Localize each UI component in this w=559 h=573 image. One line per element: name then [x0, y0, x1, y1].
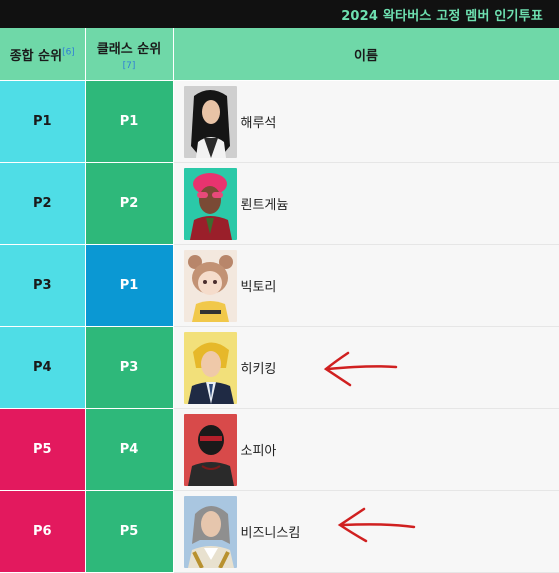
table-row: P5 P4 소피아	[0, 408, 559, 491]
popularity-vote-page: 2024 왁타버스 고정 멤버 인기투표 종합 순위[6] 클래스 순위 [7]…	[0, 0, 559, 573]
ranking-table: 종합 순위[6] 클래스 순위 [7] 이름 P1 P1 해루석 P2 P2 뢴…	[0, 28, 559, 573]
pink-hair-sunglasses-avatar-icon	[183, 167, 237, 240]
table-row: P4 P3 히키킹	[0, 326, 559, 409]
table-row: P6 P5 비즈니스킴	[0, 490, 559, 573]
table-row: P2 P2 뢴트게늄	[0, 162, 559, 245]
red-arrow-annotation-icon	[323, 351, 397, 387]
class-rank-cell: P4	[85, 408, 174, 491]
member-name-cell: 뢴트게늄	[173, 162, 559, 245]
header-row: 종합 순위[6] 클래스 순위 [7] 이름	[0, 28, 559, 81]
member-name[interactable]: 히키킹	[241, 358, 277, 377]
footnote-link-6[interactable]: [6]	[62, 47, 75, 57]
overall-rank-cell: P3	[0, 244, 86, 327]
red-arrow-annotation-icon	[337, 507, 415, 543]
table-caption: 2024 왁타버스 고정 멤버 인기투표	[341, 8, 543, 24]
overall-rank-cell: P2	[0, 162, 86, 245]
class-rank-cell: P1	[85, 80, 174, 163]
member-name[interactable]: 소피아	[241, 440, 277, 459]
masked-figure-avatar-icon	[183, 413, 237, 486]
header-name: 이름	[173, 28, 559, 81]
table-row: P1 P1 해루석	[0, 80, 559, 163]
member-name[interactable]: 비즈니스킴	[241, 522, 301, 541]
header-overall-rank: 종합 순위[6]	[0, 28, 86, 81]
long-black-hair-avatar-icon	[183, 85, 237, 158]
header-class-rank: 클래스 순위 [7]	[85, 28, 174, 81]
overall-rank-cell: P4	[0, 326, 86, 409]
member-name[interactable]: 빅토리	[241, 276, 277, 295]
gray-hair-noble-avatar-icon	[183, 495, 237, 568]
header-overall-label: 종합 순위	[9, 48, 63, 64]
member-name-cell: 소피아	[173, 408, 559, 491]
member-name-cell: 해루석	[173, 80, 559, 163]
class-rank-cell: P3	[85, 326, 174, 409]
member-name-cell: 비즈니스킴	[173, 490, 559, 573]
member-name[interactable]: 뢴트게늄	[241, 194, 289, 213]
blonde-suit-avatar-icon	[183, 331, 237, 404]
footnote-link-7[interactable]: [7]	[86, 61, 173, 71]
table-row: P3 P1 빅토리	[0, 244, 559, 327]
table-caption-bar: 2024 왁타버스 고정 멤버 인기투표	[0, 0, 559, 28]
class-rank-cell: P5	[85, 490, 174, 573]
class-rank-cell: P2	[85, 162, 174, 245]
header-class-label: 클래스 순위	[96, 41, 162, 57]
class-rank-cell: P1	[85, 244, 174, 327]
overall-rank-cell: P5	[0, 408, 86, 491]
member-name-cell: 히키킹	[173, 326, 559, 409]
bear-ears-girl-avatar-icon	[183, 249, 237, 322]
overall-rank-cell: P6	[0, 490, 86, 573]
overall-rank-cell: P1	[0, 80, 86, 163]
member-name-cell: 빅토리	[173, 244, 559, 327]
member-name[interactable]: 해루석	[241, 112, 277, 131]
header-name-label: 이름	[354, 48, 378, 64]
